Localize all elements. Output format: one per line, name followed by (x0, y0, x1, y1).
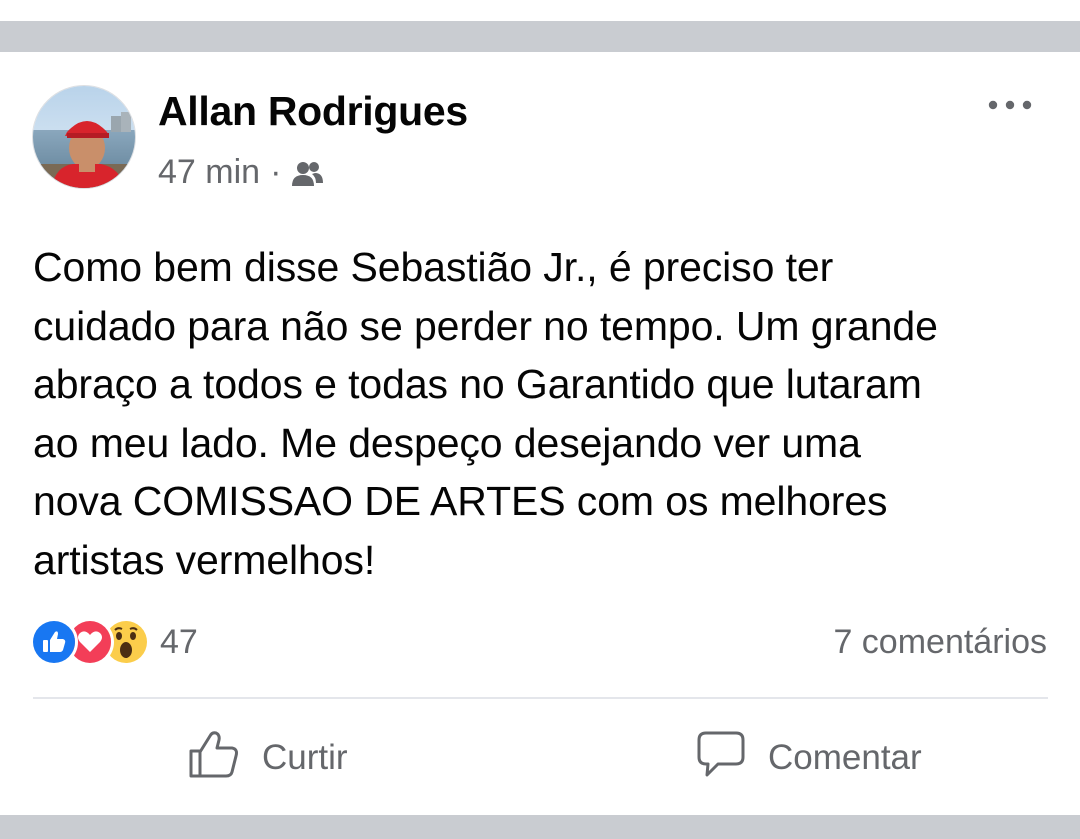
post-card: Allan Rodrigues 47 min · Como bem disse … (0, 52, 1080, 815)
friends-icon[interactable] (289, 158, 325, 186)
reaction-count: 47 (160, 622, 198, 661)
top-strip (0, 0, 1080, 21)
avatar-photo (33, 86, 135, 188)
comment-button[interactable]: Comentar (696, 728, 922, 788)
speech-bubble-icon (696, 729, 746, 788)
like-reaction-icon (30, 618, 78, 666)
thumbs-up-icon (188, 728, 240, 789)
avatar[interactable] (32, 85, 136, 189)
like-button[interactable]: Curtir (188, 728, 348, 788)
actions-divider (33, 697, 1048, 699)
reactions-summary[interactable]: 47 (30, 618, 198, 666)
like-label: Curtir (262, 738, 348, 777)
comment-label: Comentar (768, 738, 922, 777)
more-options-icon (988, 100, 1032, 110)
comments-count[interactable]: 7 comentários (833, 620, 1047, 664)
post-time[interactable]: 47 min (158, 153, 260, 192)
feed-separator-top (0, 21, 1080, 52)
post-meta: 47 min · (158, 152, 325, 192)
author-name[interactable]: Allan Rodrigues (158, 88, 468, 135)
feed-separator-bottom (0, 815, 1080, 839)
meta-separator: · (270, 152, 282, 191)
post-text: Como bem disse Sebastião Jr., é preciso … (33, 244, 938, 583)
more-options-button[interactable] (984, 90, 1036, 120)
